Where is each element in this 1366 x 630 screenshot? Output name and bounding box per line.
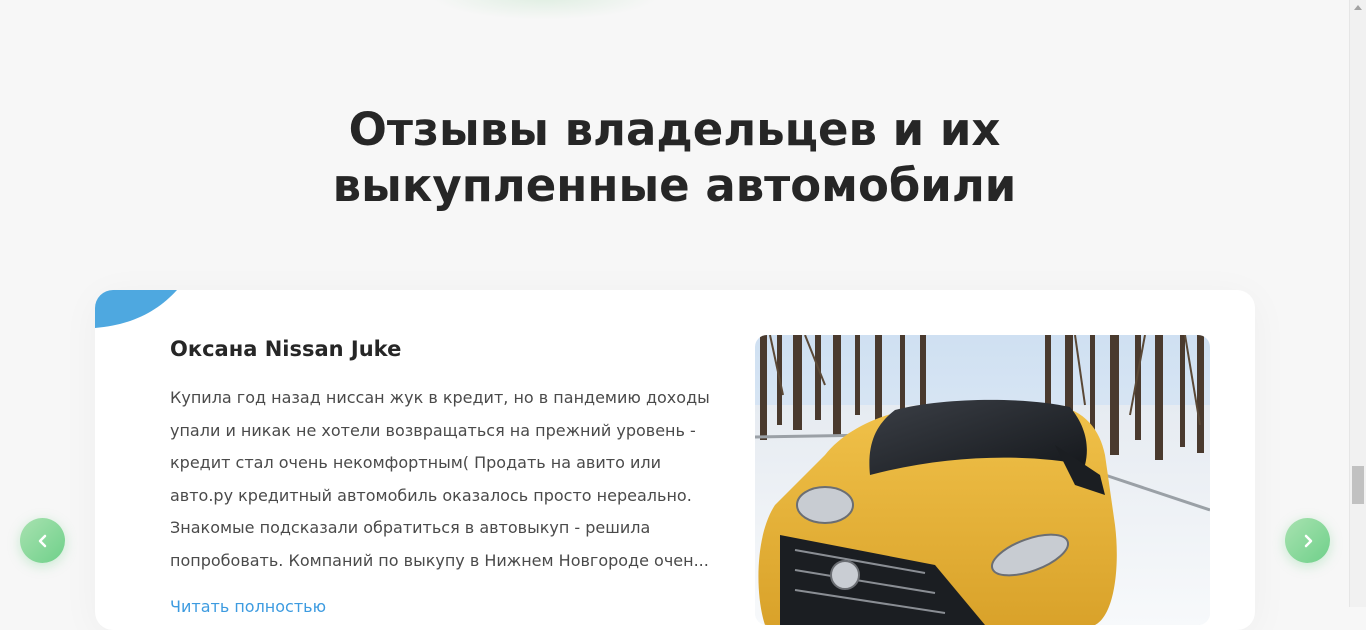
review-text: Купила год назад ниссан жук в кредит, но… [170, 388, 710, 570]
page-scrollbar[interactable] [1349, 0, 1366, 607]
chevron-right-icon [1301, 534, 1315, 548]
slider-prev-button[interactable] [20, 518, 65, 563]
scrollbar-thumb[interactable] [1352, 466, 1364, 504]
section-title-line-2: выкупленные автомобили [332, 159, 1017, 212]
section-title-line-1: Отзывы владельцев и их [348, 103, 1001, 156]
review-author-name: Оксана Nissan Juke [170, 337, 402, 361]
decorative-glow [430, 0, 660, 20]
card-corner-decoration [95, 290, 177, 328]
scroll-up-arrow-icon[interactable] [1354, 5, 1362, 10]
slider-next-button[interactable] [1285, 518, 1330, 563]
review-card: Оксана Nissan Juke Купила год назад нисс… [95, 290, 1255, 630]
car-photo[interactable] [755, 335, 1210, 625]
section-title: Отзывы владельцев и их выкупленные автом… [0, 102, 1349, 214]
chevron-left-icon [36, 534, 50, 548]
